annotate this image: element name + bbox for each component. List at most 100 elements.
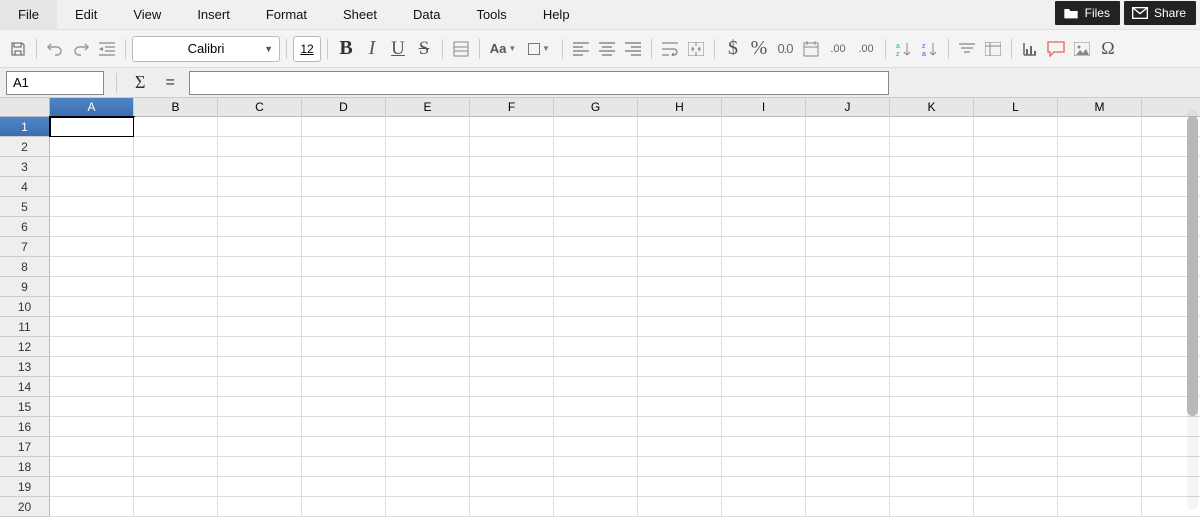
- cell[interactable]: [302, 197, 386, 217]
- cell[interactable]: [218, 257, 302, 277]
- cell[interactable]: [638, 357, 722, 377]
- cell[interactable]: [554, 277, 638, 297]
- cell[interactable]: [302, 257, 386, 277]
- cell[interactable]: [974, 117, 1058, 137]
- cell[interactable]: [974, 317, 1058, 337]
- cell[interactable]: [638, 177, 722, 197]
- cell[interactable]: [638, 157, 722, 177]
- cell[interactable]: [974, 397, 1058, 417]
- cell[interactable]: [134, 257, 218, 277]
- cell[interactable]: [806, 117, 890, 137]
- font-size-select[interactable]: 12: [293, 36, 321, 62]
- cell[interactable]: [890, 197, 974, 217]
- column-header[interactable]: B: [134, 98, 218, 117]
- cell[interactable]: [806, 277, 890, 297]
- cell[interactable]: [890, 337, 974, 357]
- cell[interactable]: [50, 477, 134, 497]
- cell[interactable]: [554, 457, 638, 477]
- cell[interactable]: [974, 177, 1058, 197]
- cell[interactable]: [890, 417, 974, 437]
- share-button[interactable]: Share: [1124, 1, 1196, 25]
- cell[interactable]: [638, 457, 722, 477]
- currency-button[interactable]: $: [721, 36, 745, 62]
- cell[interactable]: [974, 237, 1058, 257]
- cell[interactable]: [218, 357, 302, 377]
- cell[interactable]: [218, 297, 302, 317]
- insert-image-button[interactable]: [1070, 36, 1094, 62]
- cell-format-button[interactable]: [449, 36, 473, 62]
- column-header[interactable]: H: [638, 98, 722, 117]
- cell[interactable]: [1058, 297, 1142, 317]
- cell[interactable]: [50, 377, 134, 397]
- cell[interactable]: [386, 357, 470, 377]
- cell[interactable]: [890, 377, 974, 397]
- spreadsheet-grid[interactable]: A B C D E F G H I J K L M 12345678910111…: [0, 98, 1200, 531]
- cell[interactable]: [890, 117, 974, 137]
- row-header[interactable]: 9: [0, 277, 50, 297]
- cell[interactable]: [554, 177, 638, 197]
- cell[interactable]: [554, 217, 638, 237]
- column-header[interactable]: D: [302, 98, 386, 117]
- cell[interactable]: [806, 317, 890, 337]
- cell[interactable]: [470, 357, 554, 377]
- cell[interactable]: [470, 397, 554, 417]
- row-header[interactable]: 6: [0, 217, 50, 237]
- cell[interactable]: [1058, 137, 1142, 157]
- cell[interactable]: [974, 257, 1058, 277]
- cell[interactable]: [134, 297, 218, 317]
- menu-sheet[interactable]: Sheet: [325, 0, 395, 30]
- cell[interactable]: [302, 117, 386, 137]
- row-header[interactable]: 10: [0, 297, 50, 317]
- cell[interactable]: [554, 497, 638, 517]
- cell[interactable]: [638, 437, 722, 457]
- cell[interactable]: [890, 477, 974, 497]
- insert-comment-button[interactable]: [1044, 36, 1068, 62]
- cell[interactable]: [386, 477, 470, 497]
- cell[interactable]: [302, 377, 386, 397]
- cell[interactable]: [218, 197, 302, 217]
- column-header[interactable]: A: [50, 98, 134, 117]
- cell[interactable]: [50, 357, 134, 377]
- align-center-button[interactable]: [595, 36, 619, 62]
- cell[interactable]: [302, 397, 386, 417]
- font-color-button[interactable]: Aa▼: [486, 36, 520, 62]
- row-header[interactable]: 12: [0, 337, 50, 357]
- cell[interactable]: [50, 277, 134, 297]
- number-format-button[interactable]: 0.0: [773, 36, 797, 62]
- cell[interactable]: [722, 457, 806, 477]
- cell[interactable]: [806, 237, 890, 257]
- cell[interactable]: [806, 397, 890, 417]
- cell[interactable]: [50, 117, 134, 137]
- cell[interactable]: [218, 417, 302, 437]
- cell[interactable]: [218, 217, 302, 237]
- cell[interactable]: [806, 177, 890, 197]
- cell[interactable]: [722, 257, 806, 277]
- percent-button[interactable]: %: [747, 36, 771, 62]
- cell[interactable]: [638, 217, 722, 237]
- cell[interactable]: [554, 337, 638, 357]
- cell[interactable]: [386, 157, 470, 177]
- cell[interactable]: [722, 477, 806, 497]
- cell[interactable]: [806, 137, 890, 157]
- cell[interactable]: [638, 337, 722, 357]
- cell[interactable]: [722, 377, 806, 397]
- insert-symbol-button[interactable]: Ω: [1096, 36, 1120, 62]
- cell[interactable]: [974, 197, 1058, 217]
- cell[interactable]: [470, 377, 554, 397]
- cell[interactable]: [134, 477, 218, 497]
- cell[interactable]: [722, 437, 806, 457]
- cell[interactable]: [134, 337, 218, 357]
- cell[interactable]: [1058, 397, 1142, 417]
- menu-view[interactable]: View: [115, 0, 179, 30]
- cell[interactable]: [554, 197, 638, 217]
- cell[interactable]: [1058, 417, 1142, 437]
- cell[interactable]: [470, 437, 554, 457]
- cell[interactable]: [218, 477, 302, 497]
- cell[interactable]: [50, 397, 134, 417]
- cell[interactable]: [890, 457, 974, 477]
- cell[interactable]: [302, 297, 386, 317]
- column-header[interactable]: G: [554, 98, 638, 117]
- cell[interactable]: [890, 157, 974, 177]
- cell[interactable]: [806, 417, 890, 437]
- cell[interactable]: [974, 137, 1058, 157]
